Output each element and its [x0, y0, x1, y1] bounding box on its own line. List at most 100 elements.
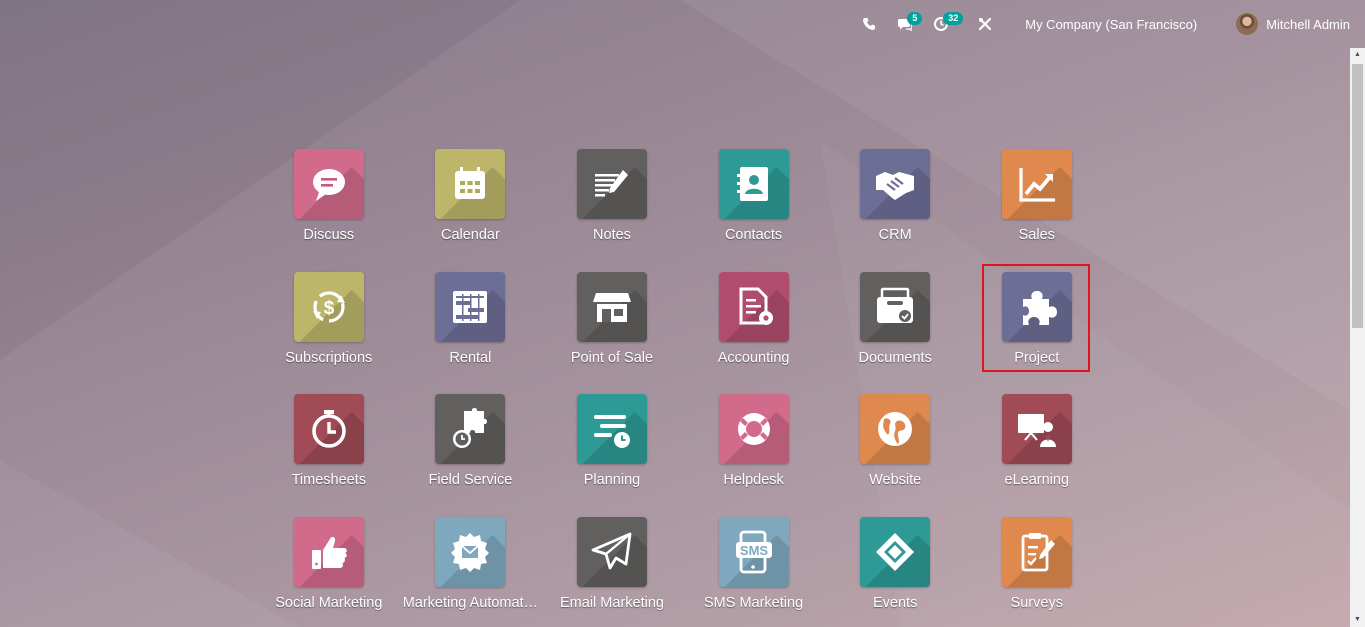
app-icon-marketing-automat[interactable]	[435, 516, 506, 587]
stopwatch-icon	[311, 410, 346, 448]
app-label: Marketing Automat…	[402, 594, 539, 611]
company-switcher[interactable]: My Company (San Francisco)	[1003, 0, 1225, 48]
app-social-marketing[interactable]: Social Marketing	[258, 508, 400, 627]
app-icon-planning[interactable]	[576, 394, 647, 465]
tools-icon	[979, 17, 992, 31]
app-icon-events[interactable]	[860, 516, 931, 587]
app-point-of-sale[interactable]: Point of Sale	[541, 263, 683, 386]
scroll-up-arrow-icon[interactable]: ▲	[1350, 48, 1365, 62]
sms-phone-icon: SMS	[735, 530, 772, 574]
app-documents[interactable]: Documents	[824, 263, 966, 386]
app-icon-sales[interactable]	[1001, 149, 1072, 219]
app-sales[interactable]: Sales	[966, 140, 1108, 263]
shop-icon	[592, 292, 631, 322]
app-icon-notes[interactable]	[576, 149, 647, 219]
presentation-icon	[1017, 414, 1056, 448]
calendar-icon	[455, 167, 486, 199]
app-label: Planning	[583, 472, 641, 489]
app-discuss[interactable]: Discuss	[258, 140, 400, 263]
app-rental[interactable]: Rental	[400, 263, 542, 386]
ticket-icon	[876, 532, 915, 571]
app-calendar[interactable]: Calendar	[400, 140, 542, 263]
activity-count-badge: 32	[943, 12, 964, 25]
chat-bubble-icon	[312, 169, 345, 201]
app-helpdesk[interactable]: Helpdesk	[683, 385, 825, 508]
app-icon-surveys[interactable]	[1001, 516, 1072, 587]
app-icon-accounting[interactable]	[718, 271, 789, 342]
app-icon-sms-marketing[interactable]: SMS	[718, 516, 789, 587]
app-icon-subscriptions[interactable]: $	[293, 271, 364, 342]
app-project[interactable]: Project	[966, 263, 1108, 386]
dollar-cycle-icon: $	[312, 290, 345, 323]
app-icon-discuss[interactable]	[293, 149, 364, 219]
app-icon-timesheets[interactable]	[293, 394, 364, 465]
gantt-icon	[453, 290, 488, 323]
lifebuoy-icon	[737, 413, 770, 446]
top-navbar: 5 32 My Company (San Francisco) Mitchell…	[0, 0, 1365, 48]
app-icon-project[interactable]	[1001, 271, 1072, 342]
app-icon-helpdesk[interactable]	[718, 394, 789, 465]
app-email-marketing[interactable]: Email Marketing	[541, 508, 683, 627]
app-crm[interactable]: CRM	[824, 140, 966, 263]
scrollbar[interactable]: ▲ ▼	[1350, 48, 1365, 627]
app-icon-contacts[interactable]	[718, 149, 789, 219]
puzzle-clock-icon	[453, 408, 488, 449]
app-icon-elearning[interactable]	[1001, 394, 1072, 465]
app-label: Documents	[858, 349, 932, 366]
phone-button[interactable]	[851, 0, 887, 48]
app-timesheets[interactable]: Timesheets	[258, 385, 400, 508]
globe-icon	[878, 412, 913, 447]
app-icon-field-service[interactable]	[435, 394, 506, 465]
app-accounting[interactable]: Accounting	[683, 263, 825, 386]
app-icon-crm[interactable]	[860, 149, 931, 219]
activity-menu-button[interactable]: 32	[923, 0, 964, 48]
app-events[interactable]: Events	[824, 508, 966, 627]
app-label: Notes	[593, 227, 631, 243]
app-label: Timesheets	[291, 472, 366, 489]
app-surveys[interactable]: Surveys	[966, 508, 1108, 627]
app-icon-website[interactable]	[860, 394, 931, 465]
svg-text:SMS: SMS	[739, 543, 768, 558]
app-subscriptions[interactable]: $ Subscriptions	[258, 263, 400, 386]
app-label: CRM	[878, 227, 912, 243]
handshake-icon	[876, 172, 915, 200]
messaging-menu-button[interactable]: 5	[887, 0, 923, 48]
debug-tools-button[interactable]	[967, 0, 1003, 48]
app-planning[interactable]: Planning	[541, 385, 683, 508]
inbox-tray-icon	[877, 287, 914, 323]
app-icon-documents[interactable]	[860, 271, 931, 342]
app-label: Social Marketing	[275, 594, 383, 611]
app-icon-point-of-sale[interactable]	[576, 271, 647, 342]
puzzle-icon	[1022, 290, 1057, 325]
app-website[interactable]: Website	[824, 385, 966, 508]
svg-text:$: $	[324, 298, 335, 319]
app-notes[interactable]: Notes	[541, 140, 683, 263]
app-label: Rental	[449, 349, 492, 366]
app-label: eLearning	[1004, 472, 1070, 489]
app-elearning[interactable]: eLearning	[966, 385, 1108, 508]
app-label: Discuss	[303, 227, 355, 243]
user-menu[interactable]: Mitchell Admin	[1225, 0, 1350, 48]
app-label: Surveys	[1010, 594, 1063, 611]
app-icon-rental[interactable]	[435, 271, 506, 342]
chart-up-icon	[1019, 168, 1055, 202]
app-grid: Discuss Calendar Notes Contacts CRM Sales $ Sub…	[258, 140, 1108, 627]
phone-icon	[863, 18, 876, 30]
app-icon-social-marketing[interactable]	[293, 516, 364, 587]
app-label: Email Marketing	[560, 594, 664, 611]
app-label: Project	[1014, 349, 1060, 366]
app-label: Contacts	[724, 227, 783, 243]
app-icon-calendar[interactable]	[435, 149, 506, 219]
scroll-thumb[interactable]	[1352, 64, 1363, 328]
app-contacts[interactable]: Contacts	[683, 140, 825, 263]
app-marketing-automat[interactable]: Marketing Automat…	[400, 508, 542, 627]
app-label: Point of Sale	[570, 349, 654, 366]
app-label: Accounting	[717, 349, 790, 366]
clipboard-check-icon	[1021, 532, 1055, 572]
scroll-down-arrow-icon[interactable]: ▼	[1350, 613, 1365, 627]
app-field-service[interactable]: Field Service	[400, 385, 542, 508]
app-sms-marketing[interactable]: SMS SMS Marketing	[683, 508, 825, 627]
chat-count-badge: 5	[907, 12, 923, 25]
thumbs-up-icon	[311, 536, 347, 569]
app-icon-email-marketing[interactable]	[576, 516, 647, 587]
